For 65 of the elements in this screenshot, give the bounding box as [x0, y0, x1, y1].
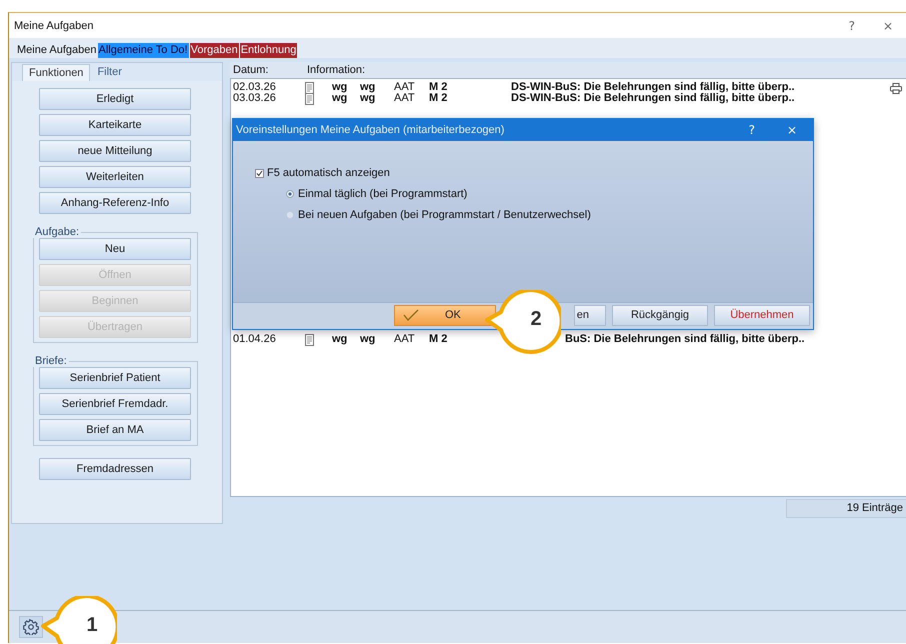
- close-button[interactable]: ×: [878, 18, 897, 32]
- radio-button[interactable]: [286, 211, 294, 219]
- checkbox-label: F5 automatisch anzeigen: [267, 167, 390, 179]
- date-cell-text: 03.03.26: [233, 93, 277, 104]
- function-button[interactable]: Anhang-Referenz-Info: [39, 192, 191, 214]
- printer-icon[interactable]: [890, 83, 902, 94]
- entry-count: 19 Einträge: [786, 499, 906, 518]
- column-header: Datum:: [233, 64, 270, 76]
- document-icon: [305, 82, 314, 94]
- checkbox[interactable]: F5 automatisch anzeigen: [255, 167, 813, 179]
- radio-label: Bei neuen Aufgaben (bei Programmstart / Benutzerwechsel): [298, 209, 591, 221]
- function-button[interactable]: Serienbrief Patient: [39, 367, 191, 389]
- date-cell-text: 02.03.26: [233, 82, 277, 93]
- settings-icon: [23, 619, 39, 635]
- settings-button[interactable]: [19, 616, 43, 638]
- table-cell-text: wg: [360, 82, 376, 93]
- group-label: Briefe:: [34, 355, 68, 367]
- function-button[interactable]: Serienbrief Fremdadr.: [39, 393, 191, 415]
- table-cell-text: wg: [332, 93, 348, 104]
- group-label: Aufgabe:: [34, 226, 80, 238]
- category-label[interactable]: Allgemeine To Do!: [98, 43, 189, 58]
- help-button[interactable]: ?: [746, 123, 757, 137]
- date-cell-text: 01.04.26: [233, 334, 277, 345]
- category-label[interactable]: Meine Aufgaben: [16, 43, 98, 58]
- dialog-button[interactable]: Übernehmen: [714, 304, 810, 326]
- function-button[interactable]: Brief an MA: [39, 419, 191, 441]
- function-button[interactable]: neue Mitteilung: [39, 140, 191, 162]
- table-cell-text: M 2: [429, 334, 448, 345]
- dialog-title: Voreinstellungen Meine Aufgaben (mitarbeiterbezogen): [236, 124, 504, 136]
- table-cell-text: AAT: [394, 82, 416, 93]
- function-button[interactable]: Neu: [39, 238, 191, 260]
- table-cell-text: wg: [332, 334, 348, 345]
- table-cell-text: AAT: [394, 334, 416, 345]
- table-cell-text: M 2: [429, 93, 448, 104]
- function-button[interactable]: Erledigt: [39, 88, 191, 110]
- close-button[interactable]: ×: [784, 123, 799, 137]
- checkbox-box[interactable]: [255, 168, 264, 178]
- panel-tab[interactable]: Funktionen: [22, 64, 90, 81]
- radio-button[interactable]: [286, 190, 294, 198]
- callout-badge: 1: [41, 596, 117, 644]
- document-icon: [305, 334, 314, 346]
- window-title: Meine Aufgaben: [14, 20, 94, 32]
- function-button[interactable]: Karteikarte: [39, 114, 191, 136]
- dialog-button[interactable]: Rückgängig: [612, 304, 708, 326]
- table-cell-text: AAT: [394, 93, 416, 104]
- panel-tab[interactable]: Filter: [90, 64, 129, 81]
- function-button[interactable]: Weiterleiten: [39, 166, 191, 188]
- document-icon: [305, 92, 314, 104]
- check-icon: [256, 170, 263, 176]
- category-label[interactable]: Vorgaben: [190, 43, 239, 58]
- help-button[interactable]: ?: [844, 18, 859, 32]
- table-cell: DS-WIN-BuS: Die Belehrungen sind fällig, bitte überp..: [511, 93, 795, 104]
- ok-button[interactable]: OK: [394, 304, 496, 326]
- column-header: Information:: [307, 64, 366, 76]
- table-cell-text: wg: [360, 93, 376, 104]
- radio-label: Einmal täglich (bei Programmstart): [298, 188, 468, 200]
- table-cell-text: wg: [360, 334, 376, 345]
- category-label[interactable]: Entlohnung: [240, 43, 298, 58]
- check-icon: [403, 309, 419, 321]
- table-cell-text: wg: [332, 82, 348, 93]
- table-cell-text: M 2: [429, 82, 448, 93]
- function-button[interactable]: Fremdadressen: [39, 458, 191, 480]
- table-cell: BuS: Die Belehrungen sind fällig, bitte überp..: [565, 334, 805, 345]
- table-cell: DS-WIN-BuS: Die Belehrungen sind fällig, bitte überp..: [511, 82, 795, 93]
- dialog-button[interactable]: en: [574, 304, 606, 326]
